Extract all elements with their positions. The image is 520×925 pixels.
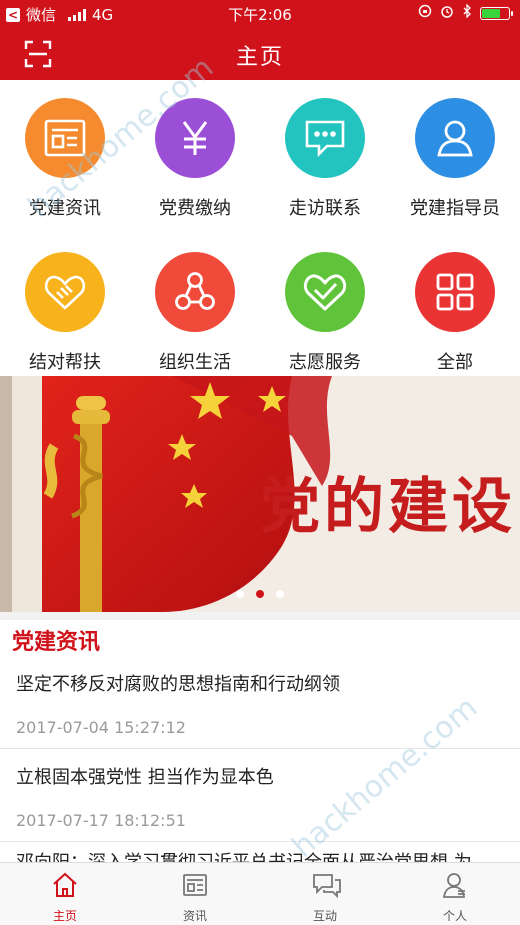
news-icon: [25, 98, 105, 178]
news-tab-icon: [183, 874, 207, 896]
section-divider: [0, 612, 520, 620]
tab-label: 个人: [442, 909, 467, 923]
banner-carousel[interactable]: 党的建设: [0, 376, 520, 612]
home-icon: [53, 872, 77, 897]
grid-item-news[interactable]: 党建资讯: [0, 80, 130, 234]
grid-label: 结对帮扶: [29, 352, 101, 373]
tab-bar: 主页 资讯 互动 个人: [0, 862, 520, 925]
grid-label: 志愿服务: [289, 352, 361, 373]
battery-icon: [480, 6, 513, 20]
tab-label: 资讯: [182, 909, 207, 923]
banner-dot-active[interactable]: [256, 590, 264, 598]
tab-label: 主页: [52, 909, 77, 923]
handshake-icon: [25, 252, 105, 332]
network-icon: [155, 252, 235, 332]
grid-item-visit[interactable]: 走访联系: [260, 80, 390, 234]
grid-item-all[interactable]: 全部: [390, 234, 520, 388]
banner-dot[interactable]: [276, 590, 284, 598]
nav-bar: 主页: [0, 28, 520, 80]
grid-label: 组织生活: [159, 352, 231, 373]
grid-icon: [415, 252, 495, 332]
status-right: [418, 3, 513, 22]
page-title: 主页: [235, 45, 284, 70]
news-title[interactable]: 邓向阳：深入学习贯彻习近平总书记全面从严治党思想 为: [16, 848, 510, 862]
banner-dot[interactable]: [236, 590, 244, 598]
grid-item-pairing[interactable]: 结对帮扶: [0, 234, 130, 388]
news-date: 2017-07-04 15:27:12: [16, 718, 186, 737]
chat-icon: [285, 98, 365, 178]
tab-home[interactable]: 主页: [0, 863, 130, 925]
tab-profile[interactable]: 个人: [390, 863, 520, 925]
yen-icon: [155, 98, 235, 178]
news-item[interactable]: 立根固本强党性 担当作为显本色 2017-07-17 18:12:51: [0, 749, 520, 842]
tab-interact[interactable]: 互动: [260, 863, 390, 925]
grid-label: 党建资讯: [29, 198, 101, 219]
grid-item-dues[interactable]: 党费缴纳: [130, 80, 260, 234]
grid-label: 全部: [437, 352, 473, 373]
news-title[interactable]: 立根固本强党性 担当作为显本色: [16, 763, 510, 789]
alarm-icon: [440, 4, 454, 22]
grid-item-org-life[interactable]: 组织生活: [130, 234, 260, 388]
tab-label: 互动: [312, 909, 337, 923]
grid-item-instructor[interactable]: 党建指导员: [390, 80, 520, 234]
news-title[interactable]: 坚定不移反对腐败的思想指南和行动纲领: [16, 670, 510, 696]
section-title: 党建资讯: [12, 630, 101, 655]
banner-pagination: [0, 590, 520, 598]
grid-label: 走访联系: [289, 198, 361, 219]
banner-image[interactable]: 党的建设: [42, 376, 520, 612]
news-date: 2017-07-17 18:12:51: [16, 811, 186, 830]
chat-tab-icon: [313, 874, 341, 899]
status-bar: < 微信 4G 下午2:06: [0, 0, 520, 28]
person-icon: [415, 98, 495, 178]
news-item[interactable]: 邓向阳：深入学习贯彻习近平总书记全面从严治党思想 为: [0, 842, 520, 862]
bluetooth-icon: [462, 3, 472, 22]
banner-prev-peek: [0, 376, 12, 612]
rotation-lock-icon: [418, 4, 432, 22]
tab-news[interactable]: 资讯: [130, 863, 260, 925]
banner-headline: 党的建设: [260, 472, 516, 542]
user-tab-icon: [442, 873, 466, 898]
grid-label: 党费缴纳: [159, 198, 231, 219]
heart-check-icon: [285, 252, 365, 332]
grid-label: 党建指导员: [410, 198, 500, 219]
news-item[interactable]: 坚定不移反对腐败的思想指南和行动纲领 2017-07-04 15:27:12: [0, 656, 520, 749]
grid-item-volunteer[interactable]: 志愿服务: [260, 234, 390, 388]
